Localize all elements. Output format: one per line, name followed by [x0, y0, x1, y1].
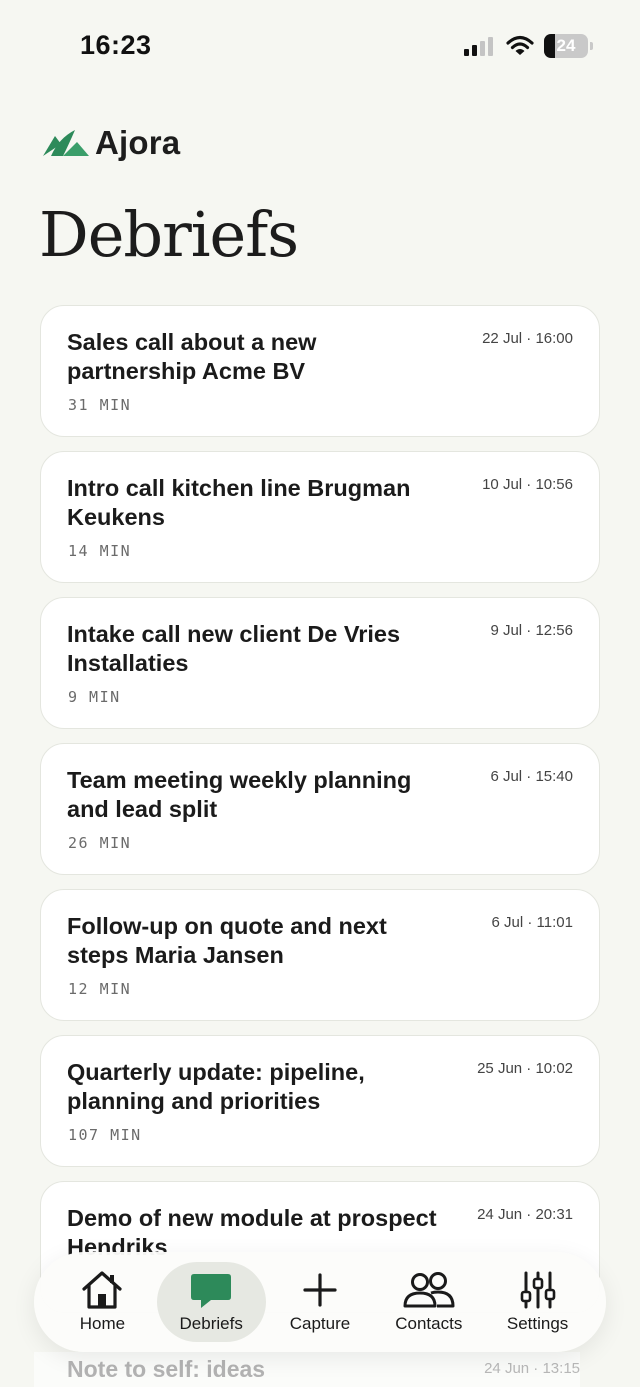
- tab-label: Contacts: [395, 1314, 463, 1333]
- debrief-duration: 31 MIN: [68, 396, 132, 414]
- debrief-title: Note to self: ideas: [67, 1356, 266, 1382]
- bottom-tab-bar: Home Debriefs Capture Contacts Settings: [34, 1252, 606, 1352]
- brand-logo: Ajora: [41, 124, 180, 162]
- home-icon: [82, 1271, 122, 1309]
- debrief-date: 9 Jul · 12:56: [490, 622, 573, 639]
- debrief-date: 22 Jul · 16:00: [482, 330, 573, 347]
- tab-settings[interactable]: Settings: [483, 1262, 592, 1342]
- debrief-title: Intro call kitchen line Brugman Keukens: [67, 475, 411, 530]
- debrief-title: Quarterly update: pipeline, planning and…: [67, 1059, 365, 1114]
- debrief-title: Team meeting weekly planning and lead sp…: [67, 767, 412, 822]
- tab-home[interactable]: Home: [48, 1262, 157, 1342]
- signal-icon: [464, 37, 493, 56]
- tab-label: Home: [79, 1314, 126, 1333]
- chat-bubble-icon: [191, 1274, 232, 1308]
- debrief-title: Follow-up on quote and next steps Maria …: [67, 913, 387, 968]
- sliders-icon: [520, 1271, 555, 1309]
- contacts-icon: [403, 1272, 455, 1308]
- tab-label: Settings: [506, 1314, 569, 1333]
- debrief-duration: 12 MIN: [68, 980, 132, 998]
- debrief-date: 6 Jul · 11:01: [491, 914, 573, 931]
- tab-debriefs[interactable]: Debriefs: [156, 1262, 266, 1342]
- debrief-title: Intake call new client De Vries Installa…: [67, 621, 401, 676]
- debrief-card[interactable]: Quarterly update: pipeline, planning and…: [40, 1035, 600, 1167]
- tab-contacts[interactable]: Contacts: [374, 1262, 483, 1342]
- debrief-date: 24 Jun · 13:15: [484, 1360, 580, 1377]
- tab-label: Capture: [289, 1314, 351, 1333]
- plus-icon: [303, 1273, 337, 1307]
- tab-label: Debriefs: [179, 1314, 243, 1333]
- battery-icon: 24: [544, 34, 593, 58]
- debrief-card[interactable]: Intro call kitchen line Brugman Keukens …: [40, 451, 600, 583]
- debrief-card[interactable]: Team meeting weekly planning and lead sp…: [40, 743, 600, 875]
- page-title: Debriefs: [39, 198, 299, 271]
- debrief-list: Sales call about a new partnership Acme …: [40, 305, 600, 1327]
- debrief-card-partial[interactable]: Note to self: ideas 24 Jun · 13:15: [34, 1352, 580, 1387]
- debrief-date: 6 Jul · 15:40: [490, 768, 573, 785]
- tab-capture[interactable]: Capture: [266, 1262, 375, 1342]
- debrief-duration: 14 MIN: [68, 542, 132, 560]
- debrief-card[interactable]: Follow-up on quote and next steps Maria …: [40, 889, 600, 1021]
- status-time: 16:23: [80, 30, 152, 60]
- status-bar: 16:23 24: [0, 0, 640, 96]
- status-icons: 24: [464, 34, 593, 58]
- battery-level: 24: [556, 36, 576, 55]
- debrief-card[interactable]: Intake call new client De Vries Installa…: [40, 597, 600, 729]
- debrief-title: Sales call about a new partnership Acme …: [67, 329, 317, 384]
- debrief-duration: 107 MIN: [68, 1126, 142, 1144]
- wifi-icon: [506, 35, 534, 55]
- ajora-logo-icon: [43, 130, 89, 156]
- debrief-duration: 26 MIN: [68, 834, 132, 852]
- brand-name: Ajora: [95, 124, 181, 161]
- debrief-date: 24 Jun · 20:31: [477, 1206, 573, 1223]
- debrief-card[interactable]: Sales call about a new partnership Acme …: [40, 305, 600, 437]
- debrief-date: 25 Jun · 10:02: [477, 1060, 573, 1077]
- debrief-date: 10 Jul · 10:56: [482, 476, 573, 493]
- debrief-duration: 9 MIN: [68, 688, 121, 706]
